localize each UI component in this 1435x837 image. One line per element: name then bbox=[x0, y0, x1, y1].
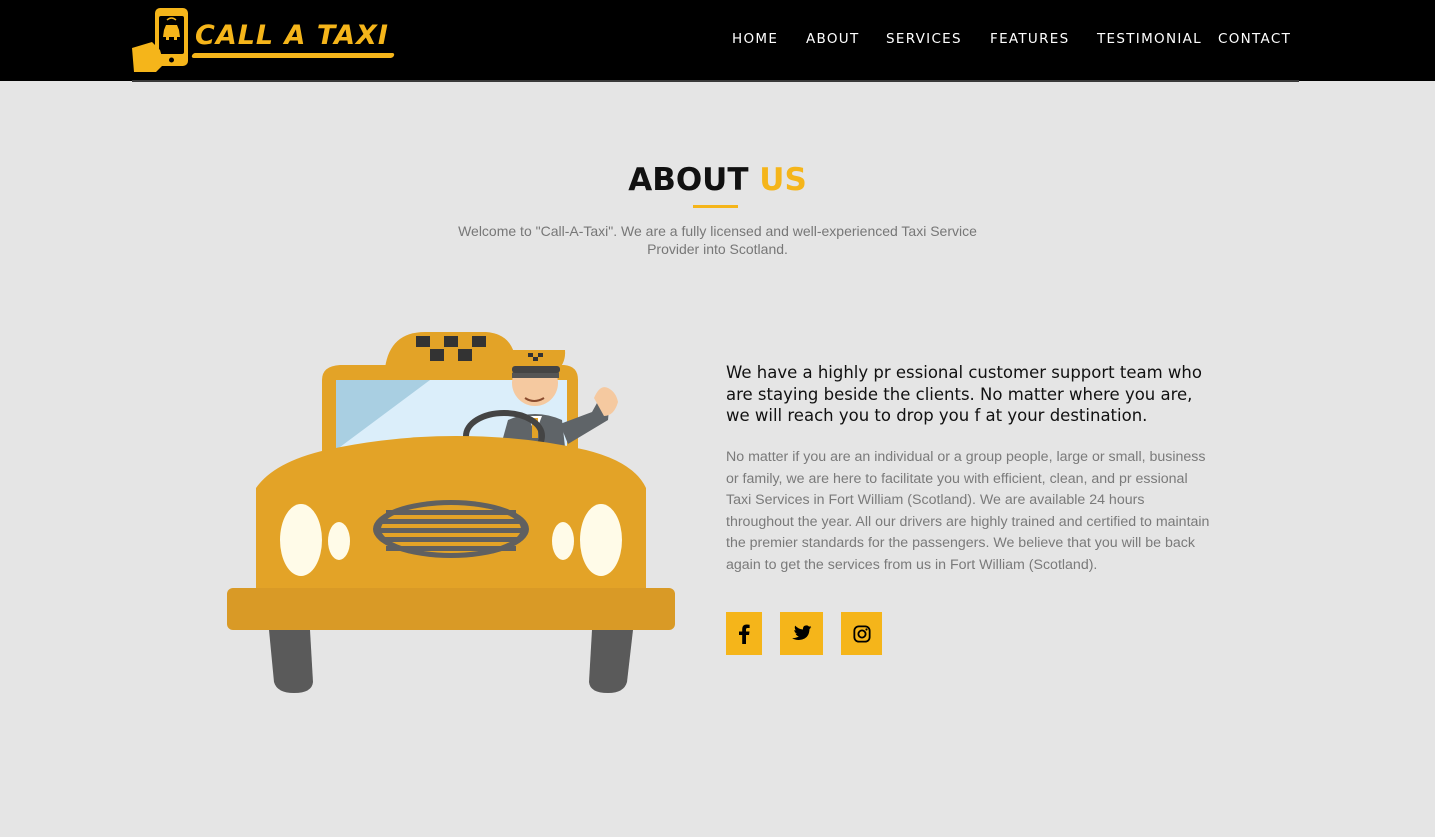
twitter-button[interactable] bbox=[780, 612, 823, 655]
section-title-part2: US bbox=[759, 162, 807, 198]
navbar-divider bbox=[132, 80, 1299, 82]
about-lead: We have a highly pr essional customer su… bbox=[726, 363, 1202, 425]
instagram-button[interactable] bbox=[841, 612, 882, 655]
twitter-icon bbox=[792, 625, 812, 640]
main-nav: HOME ABOUT SERVICES FEATURES TESTIMONIAL… bbox=[0, 31, 1435, 51]
section-title: ABOUT US bbox=[0, 162, 1435, 198]
nav-features[interactable]: FEATURES bbox=[990, 31, 1070, 47]
facebook-button[interactable] bbox=[726, 612, 762, 655]
logo-streak bbox=[191, 53, 395, 58]
nav-services[interactable]: SERVICES bbox=[886, 31, 962, 47]
nav-testimonial[interactable]: TESTIMONIAL bbox=[1097, 31, 1202, 47]
facebook-icon bbox=[739, 624, 750, 644]
nav-about[interactable]: ABOUT bbox=[806, 31, 860, 47]
section-title-part1: ABOUT bbox=[628, 162, 749, 198]
nav-home[interactable]: HOME bbox=[732, 31, 778, 47]
instagram-icon bbox=[852, 624, 871, 643]
about-body: No matter if you are an individual or a … bbox=[726, 449, 1210, 573]
section-intro: Welcome to "Call-A-Taxi". We are a fully… bbox=[458, 223, 977, 257]
nav-contact[interactable]: CONTACT bbox=[1218, 31, 1291, 47]
taxi-driver-illustration bbox=[227, 332, 675, 693]
title-underline bbox=[693, 205, 738, 208]
